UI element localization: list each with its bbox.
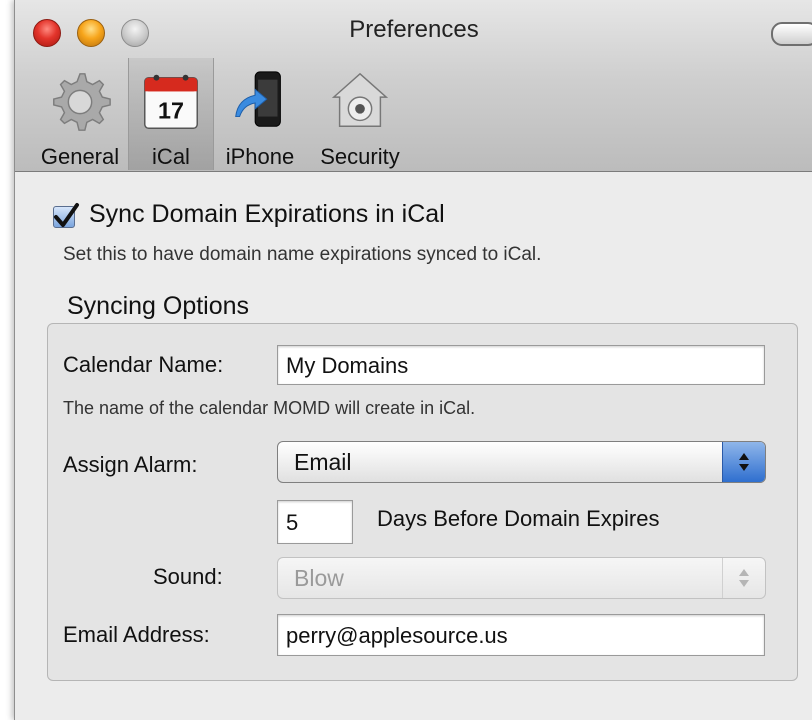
house-lock-icon [331,72,389,128]
toolbar-item-label: General [40,144,120,169]
window-title: Preferences [349,16,479,43]
assign-alarm-value: Email [294,449,352,475]
checkmark-icon [54,203,79,227]
toolbar-item-label: Security [320,144,400,169]
email-address-field[interactable]: perry@applesource.us [277,614,765,656]
calendar-icon-day: 17 [158,98,184,124]
sync-checkbox[interactable] [53,203,79,228]
toolbar-toggle-button[interactable] [771,22,812,46]
toolbar-item-iphone[interactable]: iPhone [218,58,302,170]
popup-arrows-icon [722,442,765,482]
toolbar-item-label: iCal [152,144,190,169]
toolbar-item-general[interactable]: General [33,58,127,170]
calendar-name-field[interactable]: My Domains [277,345,765,385]
titlebar-toolbar: Preferences General 17 iCal iPhone Secur… [15,0,812,172]
sound-label: Sound: [153,564,223,589]
days-field[interactable]: 5 [277,500,353,544]
email-address-label: Email Address: [63,622,210,647]
calendar-name-label: Calendar Name: [63,352,224,377]
popup-arrows-icon [722,558,765,598]
calendar-icon: 17 [144,74,198,129]
toolbar-item-security[interactable]: Security [312,58,408,170]
preferences-window: Preferences General 17 iCal iPhone Secur… [14,0,812,720]
days-label: Days Before Domain Expires [377,506,660,531]
sound-value: Blow [294,565,344,591]
toolbar-item-ical[interactable]: 17 iCal [128,58,214,170]
calendar-name-hint: The name of the calendar MOMD will creat… [63,398,476,418]
sync-description: Set this to have domain name expirations… [63,244,542,265]
toolbar-item-label: iPhone [225,144,295,169]
assign-alarm-popup[interactable]: Email [277,441,766,483]
syncing-options-title: Syncing Options [67,292,250,320]
sync-checkbox-label[interactable]: Sync Domain Expirations in iCal [89,200,445,229]
assign-alarm-label: Assign Alarm: [63,452,198,477]
sound-popup[interactable]: Blow [277,557,766,599]
gear-icon [53,73,111,131]
iphone-icon [235,71,281,127]
